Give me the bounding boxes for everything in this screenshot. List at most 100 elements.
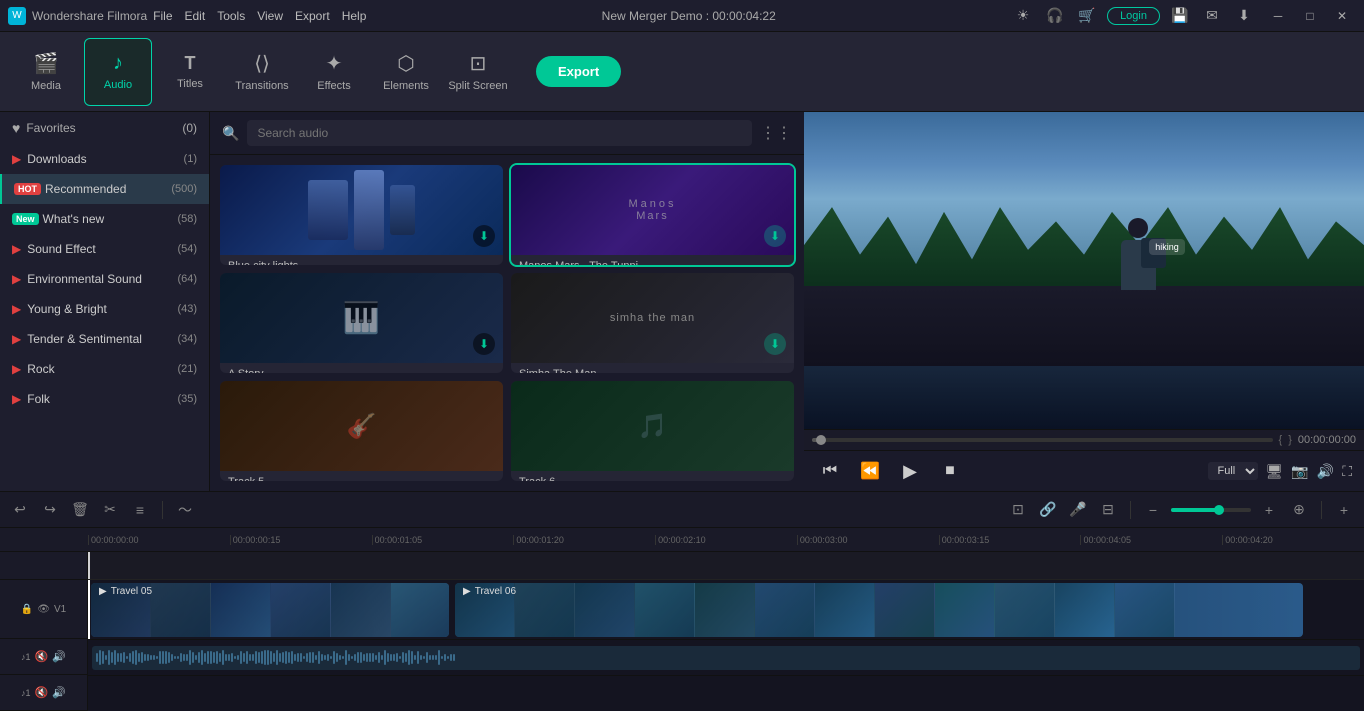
audio-grid: ⬇ Blue city lights Manos Mars ⬇ Manos Ma… <box>210 155 804 491</box>
rewind-button[interactable]: ⏪ <box>856 457 884 485</box>
menu-bar: File Edit Tools View Export Help <box>153 9 366 23</box>
undo-button[interactable]: ↩ <box>8 498 32 522</box>
media-label: Media <box>31 80 61 92</box>
download-icon-1[interactable]: ⬇ <box>473 225 495 247</box>
link-button[interactable]: 🔗 <box>1036 498 1060 522</box>
menu-edit[interactable]: Edit <box>185 9 206 23</box>
playback-controls: ⏮ ⏪ ▶ ■ Full 1/2 1/4 🖥 📷 🔊 ⛶ <box>804 450 1364 491</box>
timeline-toolbar: ↩ ↪ 🗑 ✂ ≡ 〜 ⊡ 🔗 🎤 ⊟ − + ⊕ + <box>0 492 1364 528</box>
audio-card-blue-city[interactable]: ⬇ Blue city lights <box>220 165 503 265</box>
fit-button[interactable]: ⊕ <box>1287 498 1311 522</box>
audio-card-6[interactable]: 🎵 Track 6 <box>511 381 794 481</box>
audio-card-5[interactable]: 🎸 Track 5 <box>220 381 503 481</box>
recommended-count: (500) <box>171 183 197 195</box>
lock-icon[interactable]: 🔒 <box>21 604 33 615</box>
toolbar-split-screen[interactable]: ⊡ Split Screen <box>444 38 512 106</box>
toolbar-elements[interactable]: ⬡ Elements <box>372 38 440 106</box>
toolbar-transitions[interactable]: ⟨⟩ Transitions <box>228 38 296 106</box>
sidebar-item-rock[interactable]: ▶ Rock (21) <box>0 354 209 384</box>
sidebar-item-tender[interactable]: ▶ Tender & Sentimental (34) <box>0 324 209 354</box>
export-button[interactable]: Export <box>536 56 621 87</box>
menu-view[interactable]: View <box>257 9 283 23</box>
quality-select[interactable]: Full 1/2 1/4 <box>1208 462 1258 480</box>
menu-file[interactable]: File <box>153 9 172 23</box>
play-button[interactable]: ▶ <box>896 457 924 485</box>
sidebar-item-downloads[interactable]: ▶ Downloads (1) <box>0 144 209 174</box>
arrow-icon: ▶ <box>12 152 21 166</box>
sidebar-item-environmental[interactable]: ▶ Environmental Sound (64) <box>0 264 209 294</box>
favorites-label: Favorites <box>26 121 75 135</box>
monitor-icon[interactable]: 🖥 <box>1266 463 1284 480</box>
favorites-item[interactable]: ♥ Favorites (0) <box>0 112 209 144</box>
cart-icon[interactable]: 🛒 <box>1075 4 1099 28</box>
heart-icon: ♥ <box>12 120 20 136</box>
toolbar-media[interactable]: 🎬 Media <box>12 38 80 106</box>
track-label-audio: ♪1 🔇 🔊 <box>0 639 87 675</box>
eye-icon[interactable]: 👁 <box>37 604 50 615</box>
mic-button[interactable]: 🎤 <box>1066 498 1090 522</box>
close-button[interactable]: ✕ <box>1328 4 1356 28</box>
volume-icon[interactable]: 🔊 <box>1317 463 1334 480</box>
minimize-button[interactable]: ─ <box>1264 4 1292 28</box>
sidebar-item-folk[interactable]: ▶ Folk (35) <box>0 384 209 414</box>
headphone-icon[interactable]: 🎧 <box>1043 4 1067 28</box>
cut-button[interactable]: ✂ <box>98 498 122 522</box>
audio-card-simha[interactable]: simha the man ⬇ Simha The Man <box>511 273 794 373</box>
zoom-slider[interactable] <box>1171 508 1251 512</box>
menu-help[interactable]: Help <box>342 9 367 23</box>
brightness-icon[interactable]: ☀ <box>1011 4 1035 28</box>
audio-card-a-story[interactable]: 🎹 ⬇ A Story <box>220 273 503 373</box>
download-icon-3[interactable]: ⬇ <box>473 333 495 355</box>
arrow-icon-yb: ▶ <box>12 302 21 316</box>
sidebar-item-sound-effect[interactable]: ▶ Sound Effect (54) <box>0 234 209 264</box>
recommended-label: Recommended <box>45 182 171 196</box>
media-icon: 🎬 <box>34 51 59 76</box>
snap-button[interactable]: ⊡ <box>1006 498 1030 522</box>
card-thumb-2: Manos Mars ⬇ <box>511 165 794 255</box>
sidebar-item-whats-new[interactable]: New What's new (58) <box>0 204 209 234</box>
login-button[interactable]: Login <box>1107 7 1160 25</box>
maximize-button[interactable]: □ <box>1296 4 1324 28</box>
menu-export[interactable]: Export <box>295 9 330 23</box>
card-thumb-6: 🎵 <box>511 381 794 471</box>
download-icon-2[interactable]: ⬇ <box>764 225 786 247</box>
sidebar-item-young-bright[interactable]: ▶ Young & Bright (43) <box>0 294 209 324</box>
mute-icon[interactable]: 🔇 <box>35 650 49 663</box>
toolbar-effects[interactable]: ✦ Effects <box>300 38 368 106</box>
toolbar-titles[interactable]: T Titles <box>156 38 224 106</box>
timeline-tracks: 🔒 👁 V1 ♪1 🔇 🔊 ♪1 🔇 🔊 <box>0 552 1364 711</box>
app-name: Wondershare Filmora <box>32 9 147 23</box>
audio-card-manos-mars[interactable]: Manos Mars ⬇ Manos Mars - The Tunni... <box>511 165 794 265</box>
grid-icon[interactable]: ⋮⋮ <box>760 123 792 143</box>
ruler-mark-5: 00:00:03:00 <box>797 535 939 545</box>
solo-icon[interactable]: 🔊 <box>52 650 66 663</box>
redo-button[interactable]: ↪ <box>38 498 62 522</box>
video-clip-travel-05[interactable]: ▶ Travel 05 <box>91 583 449 637</box>
menu-tools[interactable]: Tools <box>217 9 245 23</box>
sidebar-item-recommended[interactable]: HOT Recommended (500) <box>0 174 209 204</box>
new-badge: New <box>12 213 39 225</box>
save-icon[interactable]: 💾 <box>1168 4 1192 28</box>
video-clip-travel-06[interactable]: ▶ Travel 06 <box>455 583 1303 637</box>
zoom-out-button[interactable]: − <box>1141 498 1165 522</box>
fullscreen-icon[interactable]: ⛶ <box>1342 463 1352 480</box>
mail-icon[interactable]: ✉ <box>1200 4 1224 28</box>
arrow-icon-folk: ▶ <box>12 392 21 406</box>
zoom-in-button[interactable]: + <box>1257 498 1281 522</box>
waveform-button[interactable]: 〜 <box>173 498 197 522</box>
add-track-button[interactable]: + <box>1332 498 1356 522</box>
download-icon-4[interactable]: ⬇ <box>764 333 786 355</box>
delete-button[interactable]: 🗑 <box>68 498 92 522</box>
stop-button[interactable]: ■ <box>936 457 964 485</box>
search-input[interactable] <box>247 120 752 146</box>
toolbar-audio[interactable]: ♪ Audio <box>84 38 152 106</box>
progress-bar[interactable] <box>812 438 1273 442</box>
skip-start-button[interactable]: ⏮ <box>816 457 844 485</box>
ruler-mark-0: 00:00:00:00 <box>88 535 230 545</box>
audio-mix-button[interactable]: ≡ <box>128 498 152 522</box>
download-icon[interactable]: ⬇ <box>1232 4 1256 28</box>
solo-icon-2[interactable]: 🔊 <box>52 686 66 699</box>
mute-icon-2[interactable]: 🔇 <box>35 686 49 699</box>
caption-button[interactable]: ⊟ <box>1096 498 1120 522</box>
camera-icon[interactable]: 📷 <box>1291 463 1308 480</box>
